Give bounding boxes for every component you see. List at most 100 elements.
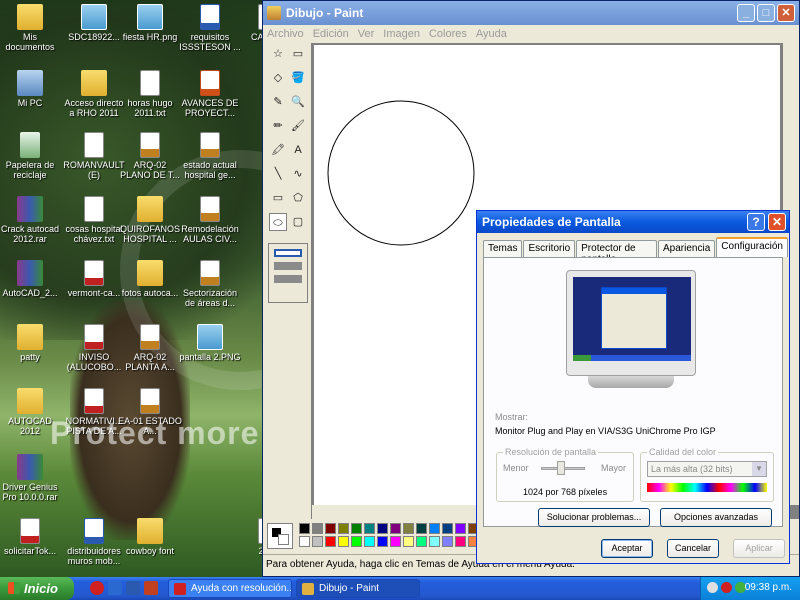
palette-swatch[interactable] bbox=[338, 523, 349, 534]
desktop-icon[interactable]: distribuidores muros mob... bbox=[62, 518, 126, 566]
palette-swatch[interactable] bbox=[299, 523, 310, 534]
desktop-icon[interactable]: ARQ-02 PLANTA A... bbox=[118, 324, 182, 372]
desktop-icon[interactable]: Mi PC bbox=[0, 70, 62, 108]
dialog-titlebar[interactable]: Propiedades de Pantalla bbox=[477, 211, 789, 233]
tool-button[interactable]: ▢ bbox=[289, 213, 307, 231]
menu-item[interactable]: Archivo bbox=[267, 28, 304, 40]
palette-swatch[interactable] bbox=[338, 536, 349, 547]
desktop-icon[interactable]: horas hugo 2011.txt bbox=[118, 70, 182, 118]
desktop-icon[interactable]: Crack autocad 2012.rar bbox=[0, 196, 62, 244]
antivirus-icon[interactable] bbox=[721, 582, 732, 593]
palette-swatch[interactable] bbox=[364, 536, 375, 547]
desktop-icon[interactable]: requisitos ISSSTESON ... bbox=[178, 4, 242, 52]
desktop-icon[interactable]: vermont-ca... bbox=[62, 260, 126, 298]
desktop-icon[interactable]: AutoCAD_2... bbox=[0, 260, 62, 298]
tool-button[interactable]: A bbox=[289, 141, 307, 159]
palette-swatch[interactable] bbox=[390, 536, 401, 547]
palette-swatch[interactable] bbox=[312, 536, 323, 547]
palette-swatch[interactable] bbox=[377, 523, 388, 534]
palette-swatch[interactable] bbox=[455, 536, 466, 547]
tool-button[interactable]: ✏ bbox=[269, 117, 287, 135]
tool-button[interactable]: ▭ bbox=[269, 189, 287, 207]
cancel-button[interactable]: Cancelar bbox=[667, 539, 719, 558]
accept-button[interactable]: Aceptar bbox=[601, 539, 653, 558]
paint-titlebar[interactable]: Dibujo - Paint _ □ ✕ bbox=[263, 1, 799, 25]
desktop-icon[interactable]: Sectorización de áreas d... bbox=[178, 260, 242, 308]
palette-swatch[interactable] bbox=[312, 523, 323, 534]
taskbar-task[interactable]: Dibujo - Paint bbox=[296, 579, 420, 598]
taskbar-task[interactable]: Ayuda con resolución... bbox=[168, 579, 292, 598]
menu-item[interactable]: Edición bbox=[313, 28, 349, 40]
palette-swatch[interactable] bbox=[351, 523, 362, 534]
desktop-icon[interactable]: ROMANVAULT (E) bbox=[62, 132, 126, 180]
tool-button[interactable]: 🪣 bbox=[289, 69, 307, 87]
clock[interactable]: 09:38 p.m. bbox=[745, 582, 792, 593]
dialog-tab[interactable]: Escritorio bbox=[523, 240, 576, 257]
advanced-options-button[interactable]: Opciones avanzadas bbox=[660, 508, 772, 527]
desktop-icon[interactable]: cowboy font bbox=[118, 518, 182, 556]
menu-item[interactable]: Ver bbox=[358, 28, 375, 40]
desktop-icon[interactable]: INVISO (ALUCOBO... bbox=[62, 324, 126, 372]
dialog-tab[interactable]: Configuración bbox=[716, 237, 788, 257]
palette-swatch[interactable] bbox=[442, 536, 453, 547]
network-icon[interactable] bbox=[707, 582, 718, 593]
palette-swatch[interactable] bbox=[429, 523, 440, 534]
dialog-tab[interactable]: Temas bbox=[483, 240, 523, 257]
troubleshoot-button[interactable]: Solucionar problemas... bbox=[538, 508, 650, 527]
desktop-icon[interactable]: pantalla 2.PNG bbox=[178, 324, 242, 362]
desktop-icon[interactable]: cosas hospital chávez.txt bbox=[62, 196, 126, 244]
dialog-close-button[interactable]: ✕ bbox=[768, 213, 786, 231]
palette-swatch[interactable] bbox=[442, 523, 453, 534]
palette-swatch[interactable] bbox=[377, 536, 388, 547]
minimize-button[interactable]: _ bbox=[737, 4, 755, 22]
resolution-slider-thumb[interactable] bbox=[557, 461, 565, 475]
tool-button[interactable]: 🖍 bbox=[269, 141, 287, 159]
desktop-icon[interactable]: SDC18922... bbox=[62, 4, 126, 42]
palette-swatch[interactable] bbox=[416, 523, 427, 534]
dialog-tab[interactable]: Apariencia bbox=[658, 240, 716, 257]
desktop-icon[interactable]: Mis documentos bbox=[0, 4, 62, 52]
palette-swatch[interactable] bbox=[403, 536, 414, 547]
dialog-help-button[interactable]: ? bbox=[747, 213, 765, 231]
tool-button[interactable]: ▭ bbox=[289, 45, 307, 63]
desktop-icon[interactable]: AVANCES DE PROYECT... bbox=[178, 70, 242, 118]
internet-explorer-icon[interactable] bbox=[108, 581, 122, 595]
tool-option-outline[interactable] bbox=[274, 249, 302, 257]
palette-swatch[interactable] bbox=[325, 536, 336, 547]
palette-swatch[interactable] bbox=[364, 523, 375, 534]
color-quality-select[interactable]: La más alta (32 bits) ▼ bbox=[647, 461, 767, 477]
palette-swatch[interactable] bbox=[390, 523, 401, 534]
tool-button[interactable]: 🖌 bbox=[289, 117, 307, 135]
desktop-icon[interactable]: fotos autoca... bbox=[118, 260, 182, 298]
desktop-icon[interactable]: patty bbox=[0, 324, 62, 362]
tool-button[interactable]: ╲ bbox=[269, 165, 287, 183]
tool-option-fill[interactable] bbox=[274, 275, 302, 283]
desktop-icon[interactable]: ARQ-02 PLANO DE T... bbox=[118, 132, 182, 180]
palette-swatch[interactable] bbox=[351, 536, 362, 547]
dialog-tab[interactable]: Protector de pantalla bbox=[576, 240, 658, 265]
desktop-icon[interactable]: Remodelación AULAS CIV... bbox=[178, 196, 242, 244]
desktop-icon[interactable]: QUIROFANOS HOSPITAL ... bbox=[118, 196, 182, 244]
start-button[interactable]: Inicio bbox=[0, 577, 74, 600]
tool-button[interactable]: ⬠ bbox=[289, 189, 307, 207]
close-button[interactable]: ✕ bbox=[777, 4, 795, 22]
tool-button[interactable]: ◇ bbox=[269, 69, 287, 87]
menu-item[interactable]: Ayuda bbox=[476, 28, 507, 40]
palette-swatch[interactable] bbox=[325, 523, 336, 534]
tool-button[interactable]: ✎ bbox=[269, 93, 287, 111]
palette-swatch[interactable] bbox=[416, 536, 427, 547]
maximize-button[interactable]: □ bbox=[757, 4, 775, 22]
desktop-icon[interactable]: solicitarTok... bbox=[0, 518, 62, 556]
tool-button[interactable]: ☆ bbox=[269, 45, 287, 63]
tool-option-outline-fill[interactable] bbox=[274, 262, 302, 270]
chevron-down-icon[interactable]: ▼ bbox=[752, 462, 766, 476]
tool-button[interactable]: ∿ bbox=[289, 165, 307, 183]
desktop-icon[interactable]: Papelera de reciclaje bbox=[0, 132, 62, 180]
desktop-icon[interactable]: Driver Genius Pro 10.0.0.rar bbox=[0, 454, 62, 502]
desktop-icon[interactable]: fiesta HR.png bbox=[118, 4, 182, 42]
apply-button[interactable]: Aplicar bbox=[733, 539, 785, 558]
autocad-icon[interactable] bbox=[144, 581, 158, 595]
tool-button[interactable]: 🔍 bbox=[289, 93, 307, 111]
palette-swatch[interactable] bbox=[429, 536, 440, 547]
menu-item[interactable]: Colores bbox=[429, 28, 467, 40]
